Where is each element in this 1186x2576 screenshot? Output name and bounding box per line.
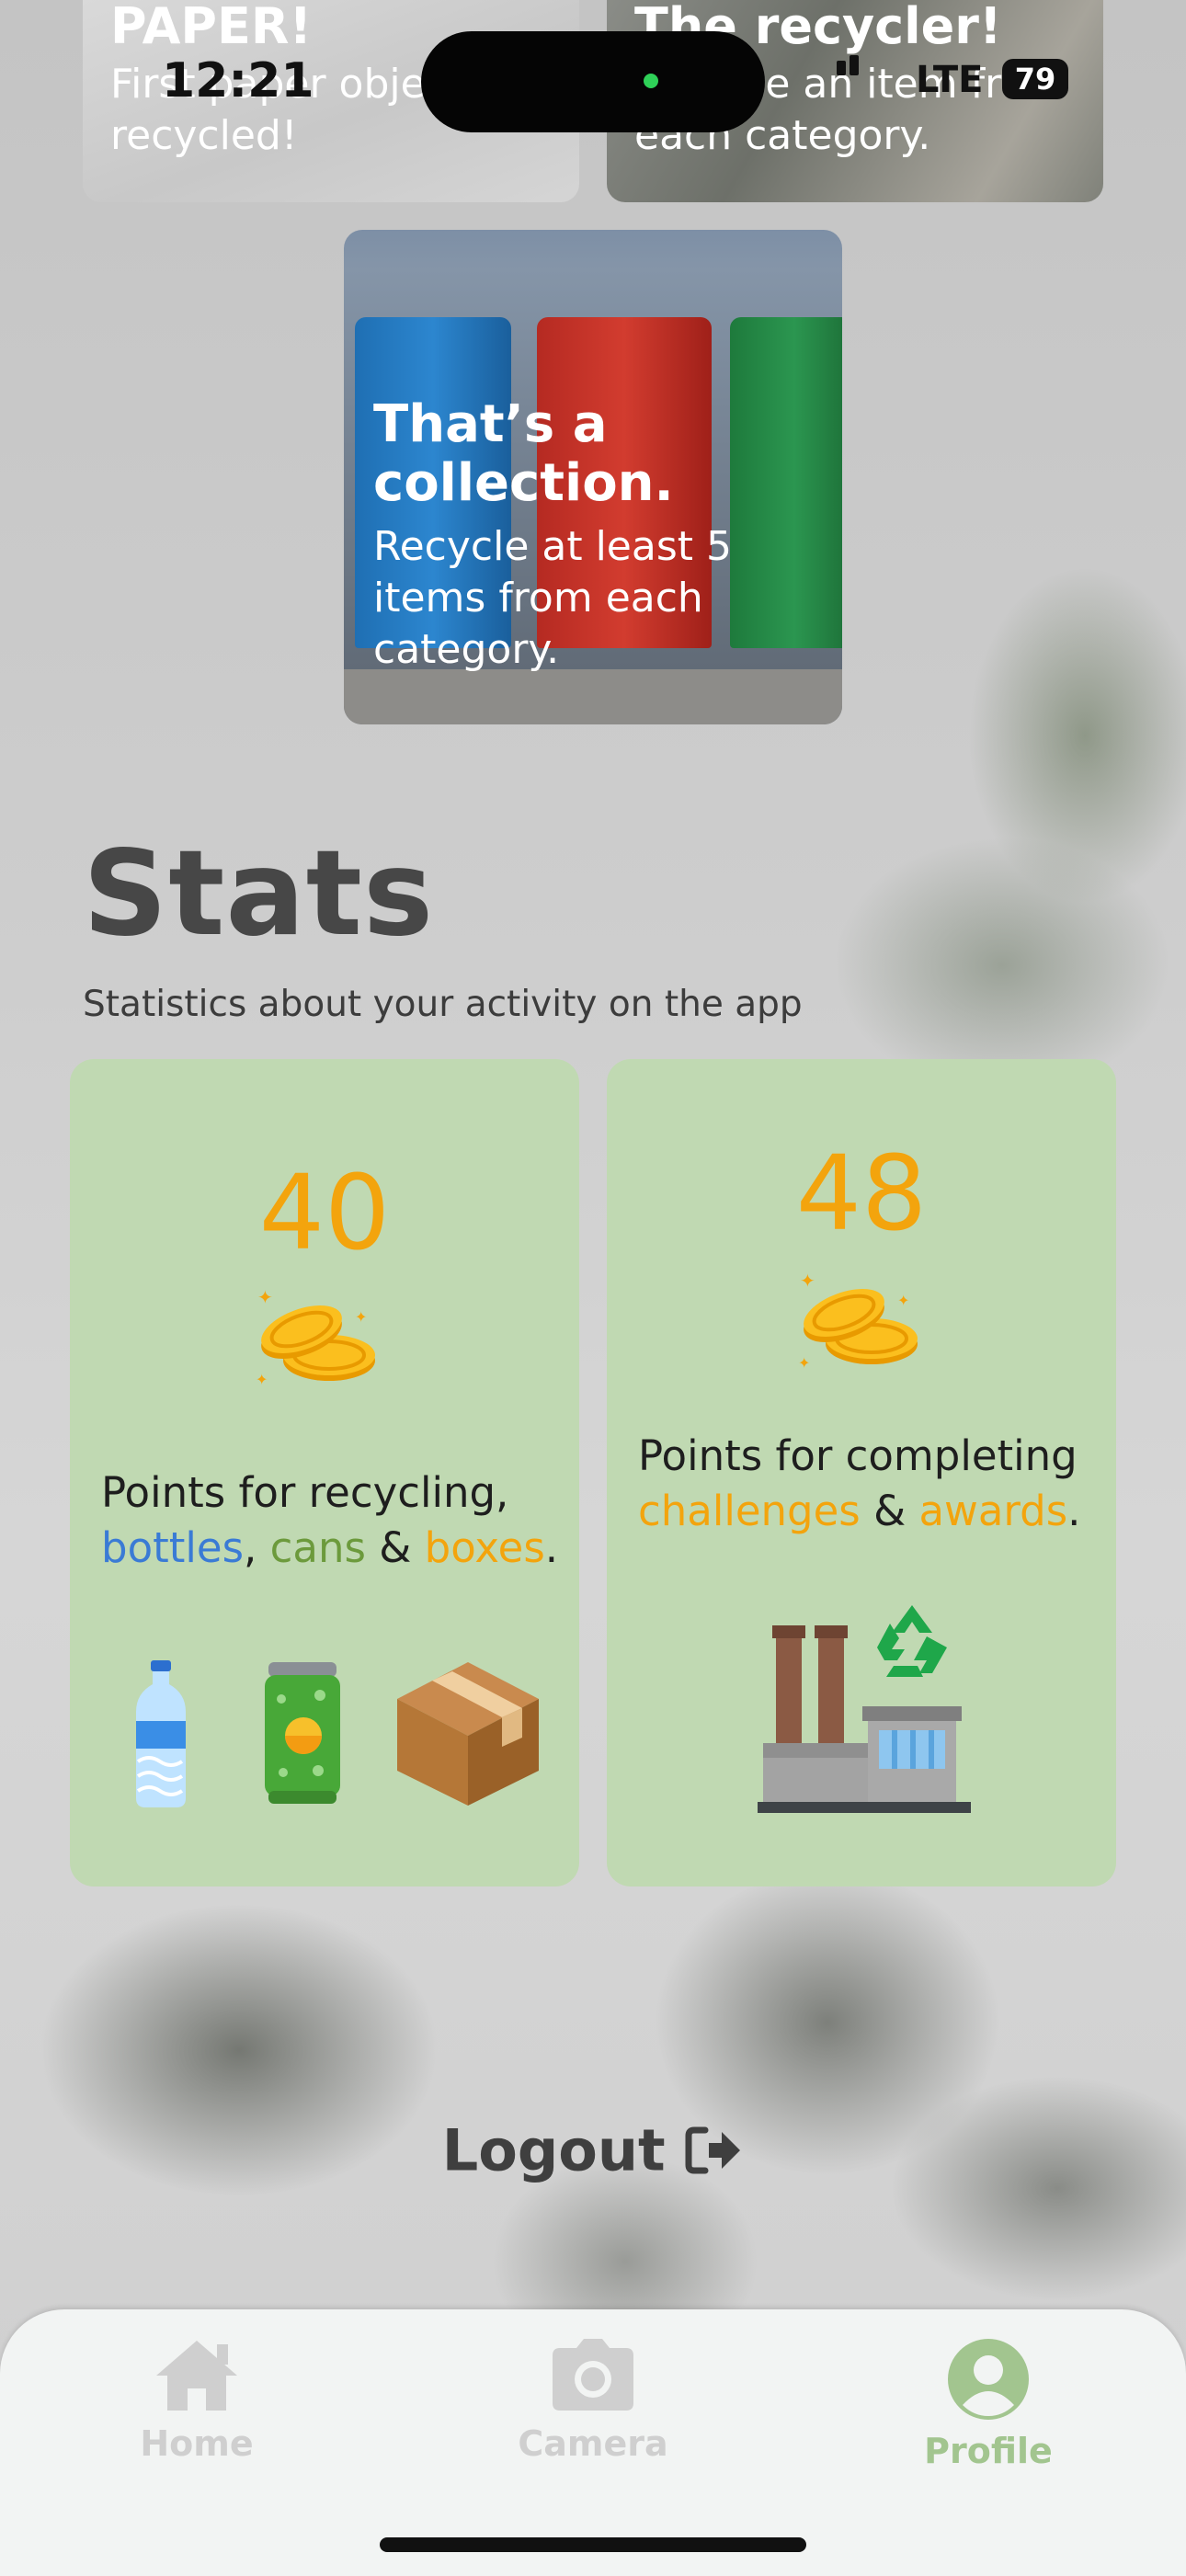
- separator: &: [873, 1486, 907, 1535]
- network-type: LTE: [916, 59, 984, 101]
- logout-button[interactable]: Logout: [0, 2113, 1186, 2183]
- challenges-points-value: 48: [795, 1134, 928, 1254]
- cans-label: cans: [269, 1522, 366, 1572]
- challenges-points-description: Points for completing challenges & award…: [638, 1429, 1098, 1539]
- award-description: Recycle at least 5 items from each categ…: [373, 522, 732, 673]
- challenges-points-card: 48 ✦ ✦ ✦ Points for completing challenge…: [607, 1059, 1116, 1886]
- recycling-points-description: Points for recycling, bottles, cans & bo…: [101, 1465, 561, 1576]
- tab-label: Profile: [924, 2431, 1053, 2471]
- box-icon: [397, 1662, 539, 1806]
- camera-icon: [553, 2339, 633, 2411]
- svg-text:✦: ✦: [800, 1272, 815, 1292]
- bottles-label: bottles: [101, 1522, 245, 1572]
- svg-text:✦: ✦: [798, 1354, 810, 1372]
- battery-icon: 79: [1002, 59, 1068, 99]
- period: .: [1067, 1486, 1081, 1535]
- logout-label: Logout: [441, 2116, 666, 2184]
- svg-text:✦: ✦: [897, 1292, 909, 1309]
- status-time: 12:21: [162, 53, 314, 108]
- boxes-label: boxes: [424, 1522, 545, 1572]
- tab-label: Home: [140, 2423, 254, 2464]
- coins-icon: ✦ ✦ ✦: [256, 1289, 375, 1388]
- stats-subtitle: Statistics about your activity on the ap…: [83, 984, 803, 1025]
- logout-icon: [685, 2126, 741, 2174]
- separator: &: [379, 1522, 412, 1572]
- tab-label: Camera: [518, 2423, 668, 2464]
- separator: ,: [244, 1522, 257, 1572]
- stats-heading: Stats: [83, 826, 435, 963]
- bottom-tab-bar: Home Camera Profile: [0, 2309, 1186, 2576]
- desc-text: Points for completing: [638, 1431, 1078, 1480]
- profile-icon: [948, 2339, 1029, 2420]
- svg-text:✦: ✦: [256, 1371, 268, 1388]
- challenges-label: challenges: [638, 1486, 861, 1535]
- award-card-collection[interactable]: That’s a collection. Recycle at least 5 …: [344, 230, 842, 724]
- recycling-factory-icon: [758, 1605, 971, 1813]
- award-title: That’s a collection.: [373, 394, 674, 514]
- tab-profile[interactable]: Profile: [850, 2337, 1126, 2471]
- svg-text:✦: ✦: [257, 1289, 273, 1308]
- recycling-points-card: 40 ✦ ✦ ✦ Points for recycling, bottles, …: [70, 1059, 579, 1886]
- period: .: [544, 1522, 559, 1572]
- coins-icon: ✦ ✦ ✦: [798, 1272, 918, 1372]
- status-bar: 12:21 LTE 79: [0, 0, 1186, 156]
- home-icon: [156, 2341, 237, 2411]
- tab-camera[interactable]: Camera: [455, 2337, 731, 2464]
- home-indicator: [380, 2537, 806, 2552]
- svg-text:✦: ✦: [355, 1308, 367, 1326]
- pavement: [344, 669, 842, 724]
- recycling-points-value: 40: [258, 1154, 391, 1273]
- can-icon: [265, 1662, 340, 1804]
- tab-home[interactable]: Home: [59, 2337, 335, 2464]
- awards-label: awards: [918, 1486, 1068, 1535]
- dynamic-island: [421, 31, 765, 132]
- desc-text: Points for recycling,: [101, 1468, 509, 1517]
- camera-indicator-dot: [644, 74, 658, 88]
- bottle-icon: [136, 1660, 186, 1807]
